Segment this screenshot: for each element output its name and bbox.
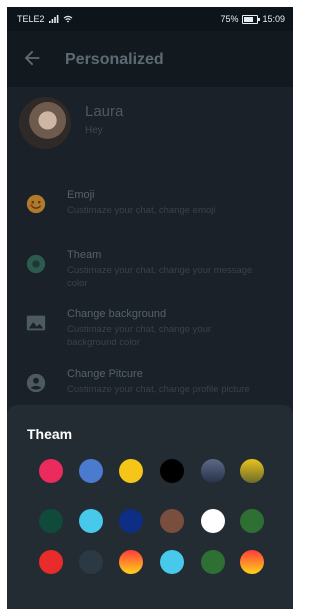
color-swatch[interactable]	[240, 550, 264, 574]
arrow-left-icon[interactable]	[21, 47, 43, 69]
color-swatch[interactable]	[160, 459, 184, 483]
menu-item-emoji[interactable]: Emoji Custimaze your chat, change emoji	[7, 189, 293, 225]
menu-item-subtitle: Custimaze your chat, change profile pict…	[67, 384, 250, 395]
profile-name: Laura	[85, 103, 124, 120]
menu-item-subtitle: Custimaze your chat, change your message…	[67, 265, 253, 289]
profile-status: Hey	[85, 125, 103, 136]
menu-item-title: Change background	[67, 308, 167, 320]
color-swatch[interactable]	[240, 509, 264, 533]
color-swatch[interactable]	[201, 509, 225, 533]
color-swatch[interactable]	[39, 459, 63, 483]
sheet-title: Theam	[27, 426, 73, 442]
color-swatch[interactable]	[240, 459, 264, 483]
menu-item-title: Emoji	[67, 189, 95, 201]
avatar[interactable]	[19, 97, 71, 149]
account-circle-icon	[26, 373, 46, 393]
phone-screen: TELE2 75% 15:09 Personalized Laura Hey E…	[7, 7, 293, 609]
menu-item-subtitle: Custimaze your chat, change emoji	[67, 205, 216, 216]
color-swatch[interactable]	[201, 459, 225, 483]
color-swatch[interactable]	[39, 509, 63, 533]
color-swatch[interactable]	[79, 550, 103, 574]
signal-icon	[48, 15, 58, 23]
status-right: 75% 15:09	[220, 14, 285, 24]
theme-circle-icon	[26, 254, 46, 274]
color-swatch[interactable]	[201, 550, 225, 574]
menu-item-title: Theam	[67, 249, 102, 261]
menu-item-theme[interactable]: Theam Custimaze your chat, change your m…	[7, 249, 293, 295]
color-swatch[interactable]	[160, 550, 184, 574]
color-swatch[interactable]	[39, 550, 63, 574]
status-left: TELE2	[17, 14, 73, 24]
clock: 15:09	[262, 14, 285, 24]
menu-item-title: Change Pitcure	[67, 368, 143, 380]
color-swatch[interactable]	[119, 459, 143, 483]
color-swatch[interactable]	[79, 459, 103, 483]
color-swatch[interactable]	[79, 509, 103, 533]
emoji-icon	[26, 194, 46, 214]
page-title: Personalized	[65, 51, 164, 68]
status-bar: TELE2 75% 15:09	[7, 7, 293, 31]
color-swatch[interactable]	[119, 550, 143, 574]
app-bar: Personalized	[7, 31, 293, 87]
battery-icon	[242, 14, 261, 24]
menu-item-subtitle: Custimaze your chat, change your backgro…	[67, 324, 212, 348]
carrier-label: TELE2	[17, 14, 45, 24]
battery-percent: 75%	[220, 14, 239, 24]
wifi-icon	[63, 15, 72, 23]
menu-item-background[interactable]: Change background Custimaze your chat, c…	[7, 308, 293, 354]
menu-item-picture[interactable]: Change Pitcure Custimaze your chat, chan…	[7, 368, 293, 408]
theme-bottom-sheet: Theam	[7, 405, 293, 609]
profile-row[interactable]: Laura Hey	[7, 87, 293, 165]
image-icon	[26, 315, 46, 331]
color-swatch[interactable]	[160, 509, 184, 533]
color-swatch[interactable]	[119, 509, 143, 533]
